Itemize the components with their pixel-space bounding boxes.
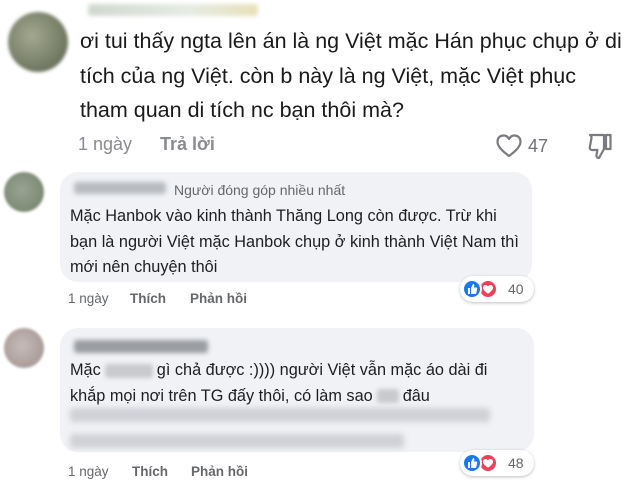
comment-text-line: khắp mọi nơi trên TG đấy thôi, có làm sa… (70, 384, 430, 410)
like-reaction-icon (462, 279, 482, 299)
top-contributor-badge: Người đóng góp nhiều nhất (174, 182, 346, 198)
redacted-text (70, 434, 404, 448)
commenter-name-blurred[interactable] (74, 340, 208, 353)
commenter-name-blurred[interactable] (74, 182, 166, 194)
comment-text: ơi tui thấy ngta lên án là ng Việt mặc H… (80, 29, 622, 122)
comment-text-fragment: Mặc (70, 361, 101, 379)
redacted-text (70, 408, 490, 422)
like-button[interactable]: Thích (130, 291, 166, 306)
avatar[interactable] (8, 12, 68, 72)
commenter-name-blurred[interactable] (88, 4, 258, 16)
like-count: 47 (528, 136, 549, 156)
like-reaction-icon (462, 453, 482, 473)
reaction-count: 40 (508, 281, 524, 297)
comment-text-fragment: đâu (402, 386, 430, 405)
like-button[interactable]: Thích (132, 464, 168, 479)
avatar[interactable] (4, 328, 44, 368)
comment-time: 1 ngày (68, 291, 109, 306)
reply-button[interactable]: Trả lời (160, 134, 215, 155)
dislike-icon[interactable] (587, 132, 613, 160)
avatar[interactable] (4, 172, 44, 212)
comment-text: Mặc Hanbok vào kinh thành Thăng Long còn… (70, 207, 519, 276)
comment-text-fragment: gì chả được :)))) người Việt vẫn mặc áo … (156, 361, 488, 379)
comment-time: 1 ngày (68, 464, 109, 479)
comment-text-line: Mặc gì chả được :)))) người Việt vẫn mặc … (70, 358, 487, 384)
reply-button[interactable]: Phản hồi (190, 291, 247, 306)
comment-time: 1 ngày (78, 134, 133, 154)
comment-text-fragment: khắp mọi nơi trên TG đấy thôi, có làm sa… (70, 386, 373, 405)
heart-icon[interactable] (496, 134, 522, 158)
redacted-text (104, 363, 153, 378)
reply-button[interactable]: Phản hồi (191, 464, 248, 479)
reaction-count: 48 (508, 455, 524, 471)
redacted-text (376, 389, 399, 404)
